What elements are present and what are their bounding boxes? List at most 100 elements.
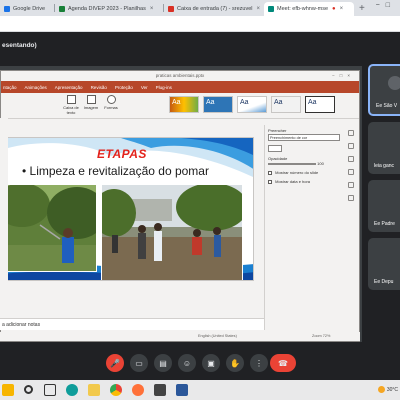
sheets-icon xyxy=(59,6,65,12)
ribbon-tab[interactable]: Apresentação xyxy=(55,85,83,90)
firefox-icon[interactable] xyxy=(132,384,144,396)
photo-garden-cleanup xyxy=(2,185,96,271)
date-time-label: Mostrar data e hora xyxy=(275,179,311,184)
present-button[interactable]: ▣ xyxy=(202,354,220,372)
slide-thumbnail-panel[interactable] xyxy=(0,118,8,318)
tab-google-drive[interactable]: Google Drive xyxy=(0,2,54,16)
app-icon[interactable] xyxy=(2,384,14,396)
recording-dot-icon: ● xyxy=(332,6,336,12)
close-icon[interactable]: × xyxy=(257,6,261,12)
image-button[interactable]: Imagem xyxy=(83,95,99,110)
tab-meet[interactable]: Meet: efb-whnw-mse ● × xyxy=(264,2,354,16)
google-drive-icon xyxy=(4,6,10,12)
fill-color-swatch[interactable] xyxy=(268,145,282,152)
meet-icon xyxy=(268,6,274,12)
slide-photo-right xyxy=(101,184,243,280)
text-art-settings-icon[interactable] xyxy=(348,195,354,201)
tab-label: Caixa de entrada (7) - srezuvel xyxy=(177,6,253,12)
shapes-icon xyxy=(106,95,116,104)
browser-tab-strip: Google Drive Agenda DIVEP 2023 - Planilh… xyxy=(0,0,400,16)
file-explorer-icon[interactable] xyxy=(88,384,100,396)
tab-caixa-de-entrada[interactable]: Caixa de entrada (7) - srezuvel × xyxy=(164,2,264,16)
task-view-icon[interactable] xyxy=(44,384,56,396)
shapes-button[interactable]: Formas xyxy=(103,95,119,110)
chrome-icon[interactable] xyxy=(110,384,122,396)
participant-name: Ee Depu xyxy=(374,279,394,285)
camera-toggle-button[interactable]: ▭ xyxy=(130,354,148,372)
opacity-value[interactable]: 100 xyxy=(317,161,324,166)
paragraph-settings-icon[interactable] xyxy=(348,143,354,149)
tab-agenda-divep[interactable]: Agenda DIVEP 2023 - Planilhas × xyxy=(55,2,163,16)
image-settings-icon[interactable] xyxy=(348,156,354,162)
emoji-icon: ☺ xyxy=(182,358,192,368)
close-icon[interactable]: × xyxy=(150,6,154,12)
raise-hand-button[interactable]: ✋ xyxy=(226,354,244,372)
theme-thumbnail[interactable]: Aa xyxy=(203,96,233,113)
ppt-window-controls[interactable]: −□× xyxy=(332,71,355,81)
text-box-button[interactable]: Caixa de texto xyxy=(63,95,79,115)
theme-label: Aa xyxy=(274,99,283,106)
search-icon[interactable] xyxy=(24,385,33,394)
emoji-button[interactable]: ☺ xyxy=(178,354,196,372)
app-icon[interactable] xyxy=(154,384,166,396)
ribbon-tab[interactable]: ntação xyxy=(3,85,17,90)
ribbon-button-label: Imagem xyxy=(83,105,99,110)
participant-tile[interactable]: Ee Padre xyxy=(368,180,400,232)
language-status[interactable]: English (United States) xyxy=(198,332,237,341)
theme-thumbnail[interactable]: Aa xyxy=(271,96,301,113)
hand-icon: ✋ xyxy=(230,358,240,368)
word-icon[interactable] xyxy=(176,384,188,396)
participant-tile[interactable]: Ee São V xyxy=(368,64,400,116)
tab-label: Google Drive xyxy=(13,6,46,12)
chart-settings-icon[interactable] xyxy=(348,182,354,188)
ppt-ribbon-tabs: ntação Animações Apresentação Revisão Pr… xyxy=(1,81,359,93)
slide-photo-left xyxy=(1,184,97,272)
captions-icon: ▤ xyxy=(159,358,167,368)
theme-thumbnail[interactable]: Aa xyxy=(169,96,199,113)
text-box-icon xyxy=(66,95,76,104)
tab-label: Meet: efb-whnw-mse xyxy=(277,6,329,12)
gmail-icon xyxy=(168,6,174,12)
more-vertical-icon: ⋮ xyxy=(255,358,263,368)
avatar xyxy=(388,76,400,90)
ribbon-tab[interactable]: Revisão xyxy=(91,85,107,90)
captions-button[interactable]: ▤ xyxy=(154,354,172,372)
ppt-titlebar: praticas ambientais.pptx −□× xyxy=(1,71,359,81)
presenter-label: esentando) xyxy=(2,42,37,49)
ribbon-tab[interactable]: Animações xyxy=(25,85,47,90)
system-tray: 30°C xyxy=(378,386,398,393)
ppt-status-bar: English (United States) Zoom 72% xyxy=(0,332,360,341)
theme-thumbnail[interactable]: Aa xyxy=(237,96,267,113)
ribbon-tab[interactable]: Ver xyxy=(141,85,148,90)
theme-label: Aa xyxy=(172,99,181,106)
ribbon-tab[interactable]: Plug-ins xyxy=(156,85,172,90)
ribbon-tab[interactable]: Proteção xyxy=(115,85,133,90)
theme-thumbnail[interactable]: Aa xyxy=(305,96,335,113)
slide-number-checkbox[interactable] xyxy=(268,170,272,175)
windows-taskbar: 30°C xyxy=(0,380,400,400)
slide-settings-icon[interactable] xyxy=(348,130,354,136)
close-icon[interactable]: × xyxy=(340,6,344,12)
notes-area[interactable]: a adicionar notas xyxy=(0,318,264,330)
weather-temperature[interactable]: 30°C xyxy=(387,387,398,393)
participant-tile[interactable]: Ee Depu xyxy=(368,238,400,290)
window-controls[interactable]: −□ xyxy=(376,2,396,9)
more-options-button[interactable]: ⋮ xyxy=(250,354,268,372)
mic-toggle-button[interactable]: 🎤 xyxy=(106,354,124,372)
participant-name: Ee Padre xyxy=(374,221,395,227)
slide-number-label: Mostrar número do slide xyxy=(275,170,319,175)
photo-students-orchard xyxy=(102,185,242,280)
zoom-level[interactable]: Zoom 72% xyxy=(312,332,330,341)
opacity-slider[interactable] xyxy=(268,162,316,165)
fill-select[interactable]: Preenchimento de cor xyxy=(268,134,340,141)
slide-title: ETAPAS xyxy=(97,147,147,161)
edge-icon[interactable] xyxy=(66,384,78,396)
right-toolbar xyxy=(348,130,356,208)
leave-call-button[interactable]: ☎ xyxy=(270,354,296,372)
new-tab-button[interactable]: + xyxy=(354,3,370,14)
theme-label: Aa xyxy=(206,99,215,106)
participant-tile[interactable]: leia ganc xyxy=(368,122,400,174)
address-bar[interactable] xyxy=(0,16,400,32)
shape-settings-icon[interactable] xyxy=(348,169,354,175)
date-time-checkbox[interactable] xyxy=(268,179,272,184)
